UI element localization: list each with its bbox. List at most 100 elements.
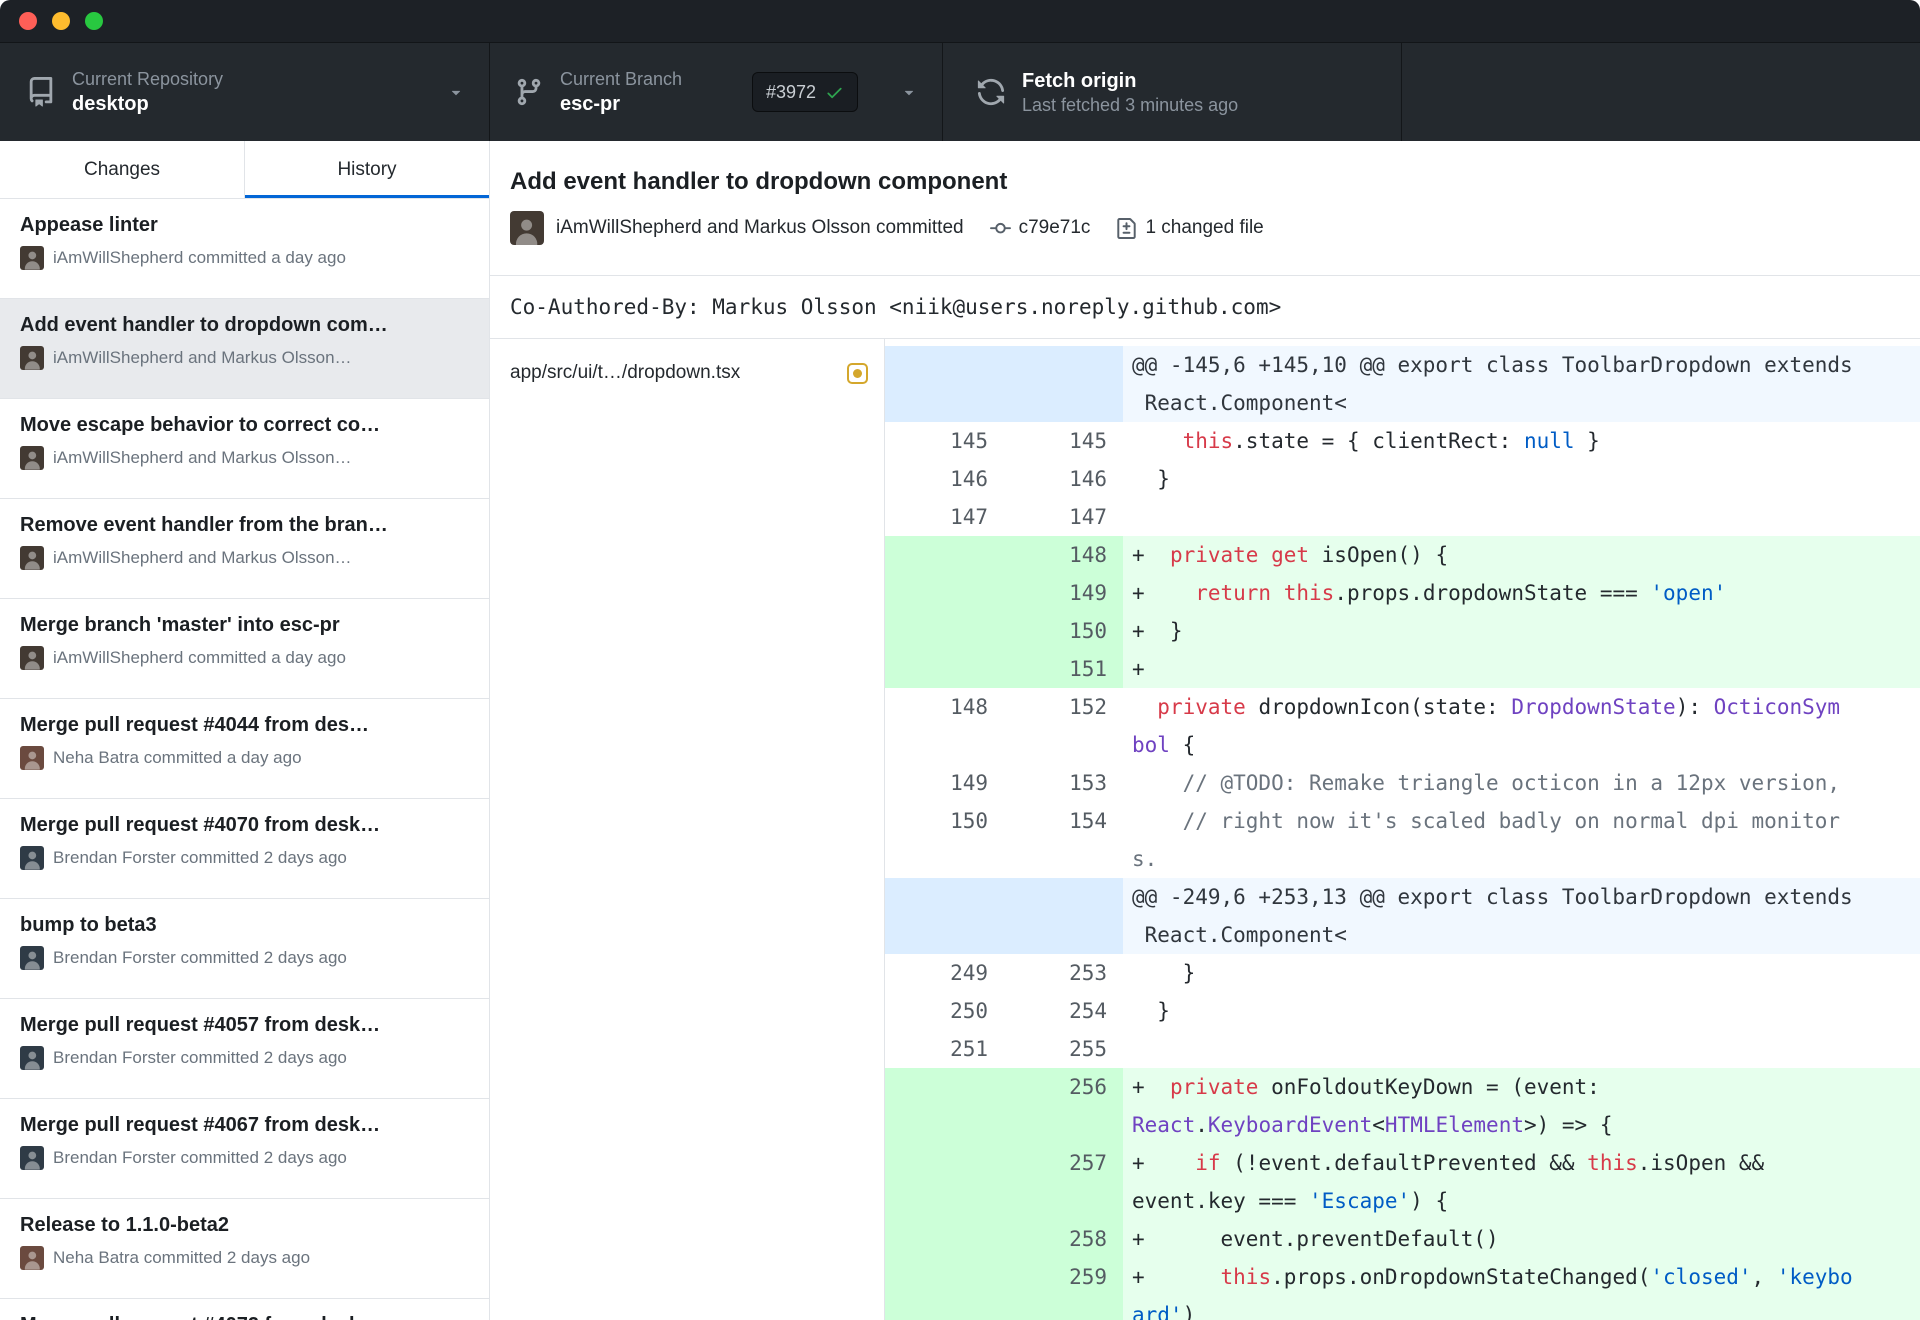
changed-files-count: 1 changed file [1145,217,1264,238]
new-line-number: 154 [1069,809,1107,833]
commit-title: Add event handler to dropdown com… [20,314,388,336]
old-line-number: 251 [950,1037,988,1061]
diff-code [1123,1030,1920,1068]
commit-history-list: Appease linter iAmWillShepherd committed … [0,199,489,1320]
window-controls [19,12,103,30]
old-line-number [885,878,1004,916]
diff-code: @@ -249,6 +253,13 @@ export class Toolba… [1123,878,1920,916]
commit-list-item[interactable]: bump to beta3 Brendan Forster committed 2… [0,899,489,999]
commit-list-item[interactable]: Merge pull request #4067 from desk… Brend… [0,1099,489,1199]
repository-text: Current Repository desktop [72,68,223,117]
commit-list-item[interactable]: Merge branch 'master' into esc-pr iAmWill… [0,599,489,699]
diff-line-row: React.KeyboardEvent<HTMLElement>) => { [885,1106,1920,1144]
commit-title: Move escape behavior to correct co… [20,414,381,436]
commit-meta-text: Neha Batra committed 2 days ago [53,1248,311,1267]
commit-list-item[interactable]: Add event handler to dropdown com… iAmWil… [0,299,489,399]
repository-name: desktop [72,92,149,115]
new-line-number: 253 [1069,961,1107,985]
avatar [20,846,44,870]
old-line-number: 146 [950,467,988,491]
commit-list-item[interactable]: Merge pull request #4044 from des… Neha B… [0,699,489,799]
commit-meta: Brendan Forster committed 2 days ago [20,846,469,870]
diff-line-row: 258 + event.preventDefault() [885,1220,1920,1258]
diff-code: } [1132,999,1170,1023]
commit-list-item[interactable]: Merge pull request #4072 from desk…Brend… [0,1299,489,1320]
diff-line-row: bol { [885,726,1920,764]
commit-title: Merge pull request #4057 from desk… [20,1014,381,1036]
commit-list-item[interactable]: Move escape behavior to correct co… iAmWi… [0,399,489,499]
diff-line-row: 251 255 [885,1030,1920,1068]
fetch-text: Fetch origin Last fetched 3 minutes ago [1022,68,1238,117]
diff-line-row: 249 253 } [885,954,1920,992]
old-line-number [885,384,1004,422]
sync-icon [976,77,1006,107]
old-line-number [885,1068,1004,1106]
commit-list-item[interactable]: Remove event handler from the bran… iAmWi… [0,499,489,599]
diff-hunk-row: React.Component< [885,384,1920,422]
diff-line-row: event.key === 'Escape') { [885,1182,1920,1220]
new-line-number [1004,1296,1123,1320]
commit-list-item[interactable]: Merge pull request #4070 from desk… Brend… [0,799,489,899]
close-window-button[interactable] [19,12,37,30]
commit-list-item[interactable]: Merge pull request #4057 from desk… Brend… [0,999,489,1099]
current-repository-button[interactable]: Current Repository desktop [0,43,490,141]
old-line-number [885,840,1004,878]
new-line-number: 146 [1069,467,1107,491]
avatar [20,646,44,670]
diff-code: + } [1123,612,1920,650]
diff-hunk-row: @@ -145,6 +145,10 @@ export class Toolba… [885,346,1920,384]
avatar [510,211,544,245]
diff-view: @@ -145,6 +145,10 @@ export class Toolba… [885,339,1920,1320]
commit-title: Release to 1.1.0-beta2 [20,1214,229,1236]
new-line-number [1004,916,1123,954]
new-line-number: 145 [1069,429,1107,453]
diff-code: + event.preventDefault() [1123,1220,1920,1258]
file-list-item[interactable]: app/src/ui/t…/dropdown.tsx [490,346,884,400]
avatar [20,1046,44,1070]
pr-status-badge[interactable]: #3972 [752,72,859,112]
branch-name: esc-pr [560,92,621,115]
sidebar-tabs: Changes History [0,141,489,199]
minimize-window-button[interactable] [52,12,70,30]
current-branch-button[interactable]: Current Branch esc-pr #3972 [490,43,943,141]
new-line-number [1004,878,1123,916]
zoom-window-button[interactable] [85,12,103,30]
old-line-number [885,650,1004,688]
commit-list-item[interactable]: Appease linter iAmWillShepherd committed … [0,199,489,299]
fetch-origin-button[interactable]: Fetch origin Last fetched 3 minutes ago [943,43,1402,141]
commit-title: Add event handler to dropdown component [510,168,1008,195]
commit-description: Co-Authored-By: Markus Olsson <niik@user… [490,276,1920,339]
commit-meta: iAmWillShepherd and Markus Olsson… [20,446,469,470]
diff-line-row: 148 152 private dropdownIcon(state: Dropd… [885,688,1920,726]
diff-line-row: 150 154 // right now it's scaled badly on… [885,802,1920,840]
diff-line-row: 256 + private onFoldoutKeyDown = (event: [885,1068,1920,1106]
commit-title: Remove event handler from the bran… [20,514,388,536]
commit-meta-text: iAmWillShepherd and Markus Olsson… [53,548,352,567]
commit-meta: iAmWillShepherd committed a day ago [20,246,469,270]
commit-sha: c79e71c [1018,217,1091,238]
diff-code: + this.props.onDropdownStateChanged('clo… [1123,1258,1920,1296]
commit-list-item[interactable]: Release to 1.1.0-beta2 Neha Batra committ… [0,1199,489,1299]
diff-code: React.KeyboardEvent<HTMLElement>) => { [1123,1106,1920,1144]
old-line-number: 250 [950,999,988,1023]
old-line-number [885,346,1004,384]
diff-code: React.Component< [1123,916,1920,954]
diff-code: + private onFoldoutKeyDown = (event: [1123,1068,1920,1106]
old-line-number [885,1182,1004,1220]
tab-history[interactable]: History [245,141,489,198]
sidebar: Changes History Appease linter iAmWillShe… [0,141,490,1320]
old-line-number: 149 [950,771,988,795]
tab-changes[interactable]: Changes [0,141,245,198]
new-line-number: 255 [1069,1037,1107,1061]
diff-code: @@ -145,6 +145,10 @@ export class Toolba… [1123,346,1920,384]
commit-meta-text: Brendan Forster committed 2 days ago [53,1148,347,1167]
avatar [20,346,44,370]
old-line-number [885,916,1004,954]
diff-hunk-row: React.Component< [885,916,1920,954]
new-line-number: 256 [1004,1068,1123,1106]
diff-hunk-row: @@ -249,6 +253,13 @@ export class Toolba… [885,878,1920,916]
toolbar: Current Repository desktop Current Branc… [0,43,1920,141]
new-line-number: 150 [1004,612,1123,650]
diff-code: React.Component< [1123,384,1920,422]
git-branch-icon [514,77,544,107]
